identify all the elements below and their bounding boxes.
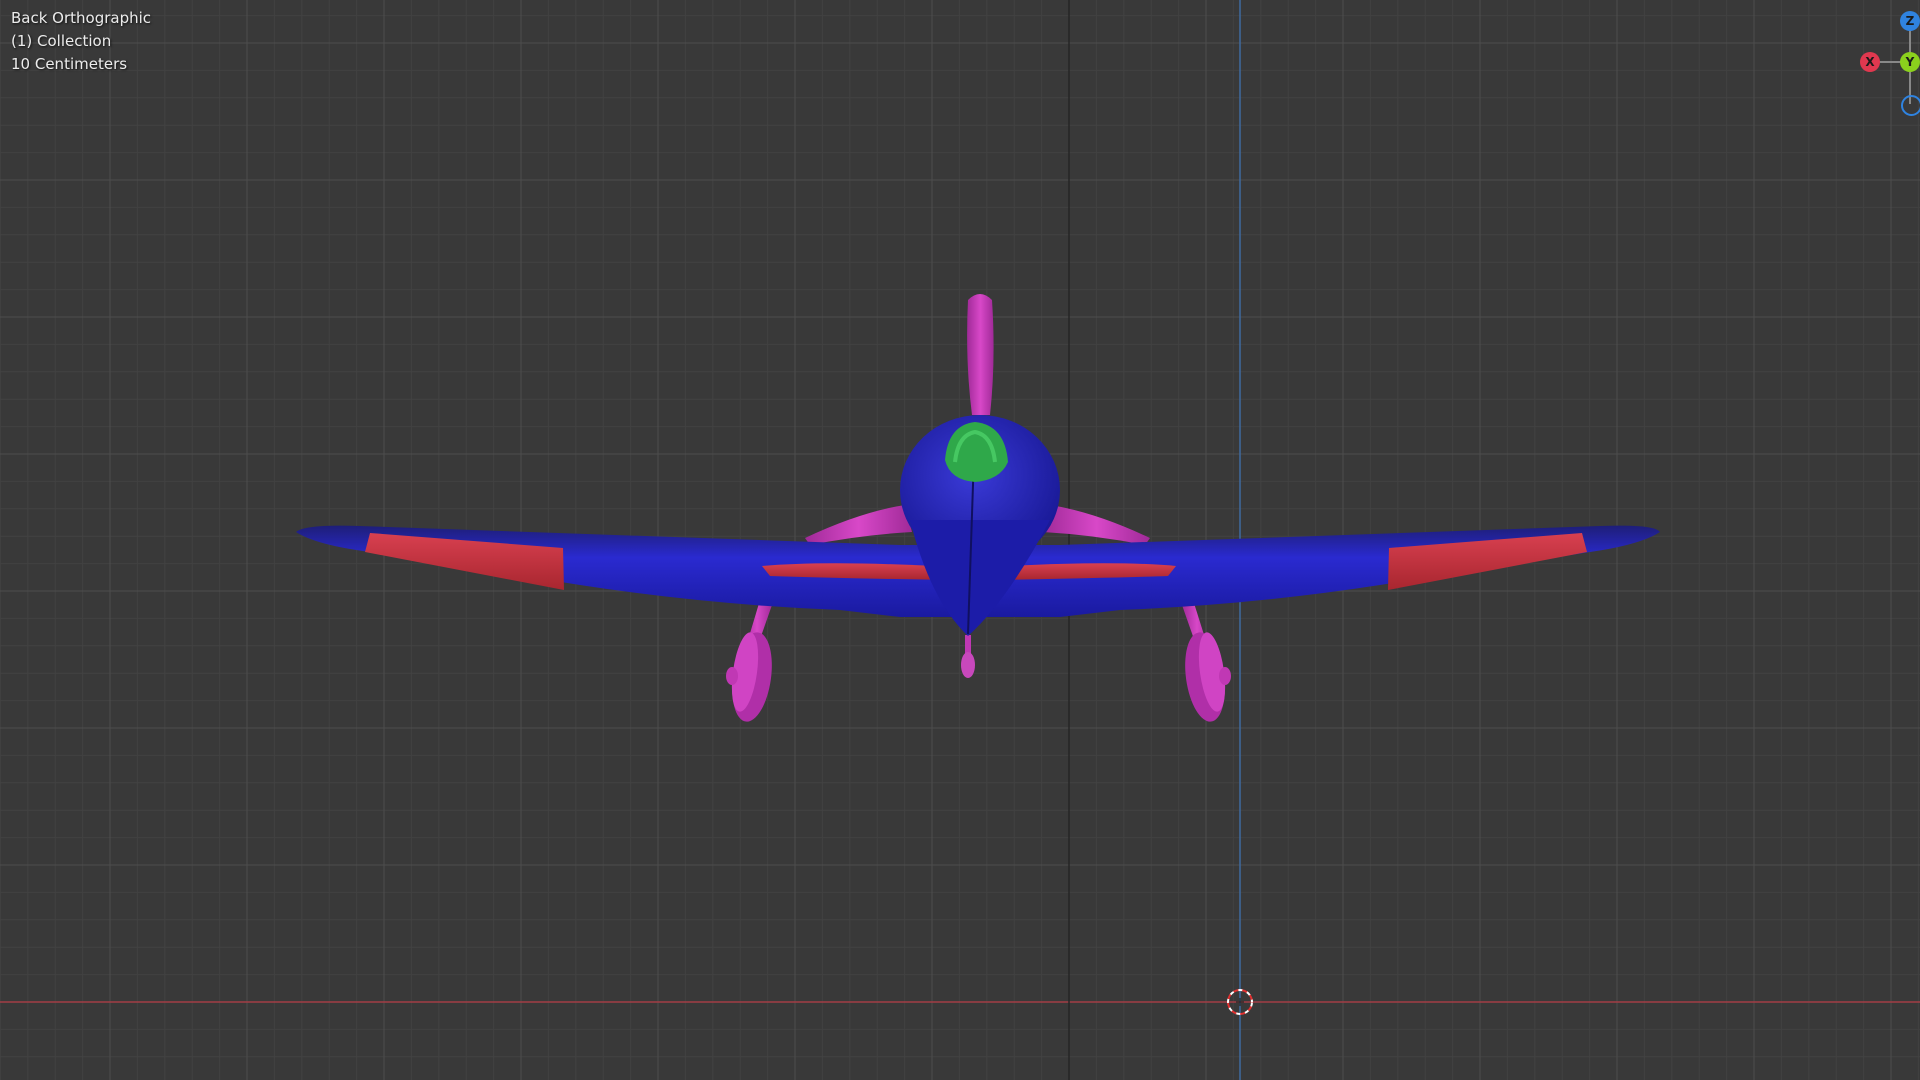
gizmo-y-axis-button[interactable]: Y — [1900, 52, 1920, 72]
propeller-blade-right — [1043, 505, 1150, 545]
gizmo-x-axis-button[interactable]: X — [1860, 52, 1880, 72]
grid-scale-label: 10 Centimeters — [11, 55, 128, 73]
navigation-gizmo[interactable]: Z X Y — [1840, 0, 1920, 120]
collection-label: (1) Collection — [11, 32, 112, 50]
left-wheel — [726, 632, 772, 722]
3d-viewport[interactable]: Back Orthographic (1) Collection 10 Cent… — [0, 0, 1920, 1080]
3d-cursor-icon[interactable] — [1227, 989, 1253, 1015]
gizmo-z-axis-button[interactable]: Z — [1900, 11, 1920, 31]
propeller-blade-left — [805, 505, 912, 545]
propeller-blade-top — [967, 294, 994, 415]
airplane-model[interactable] — [0, 0, 1920, 1080]
view-name-label: Back Orthographic — [11, 9, 152, 27]
gizmo-negative-z-button[interactable] — [1901, 95, 1920, 116]
right-wheel — [1185, 632, 1231, 722]
tail-wheel — [961, 635, 975, 678]
